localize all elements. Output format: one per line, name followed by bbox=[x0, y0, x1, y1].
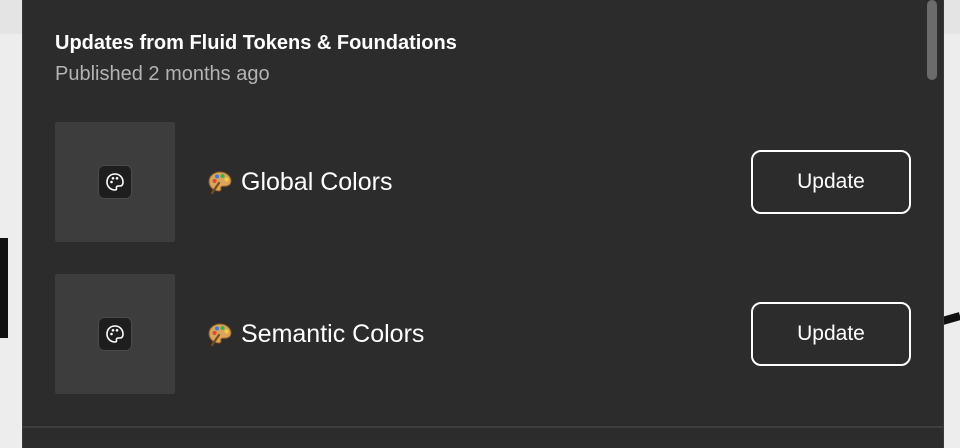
library-updates-panel: Updates from Fluid Tokens & Foundations … bbox=[22, 0, 944, 448]
palette-icon bbox=[98, 165, 132, 199]
library-name: Global Colors bbox=[207, 166, 392, 198]
library-list: Global Colors Update Semantic Colors Upd… bbox=[55, 122, 911, 426]
update-button-global-colors[interactable]: Update bbox=[751, 150, 911, 214]
panel-divider bbox=[23, 426, 943, 428]
palette-emoji-icon bbox=[207, 169, 233, 195]
library-item-global-colors: Global Colors Update bbox=[55, 122, 911, 242]
palette-emoji-icon bbox=[207, 321, 233, 347]
library-thumbnail bbox=[55, 122, 175, 242]
panel-subtitle: Published 2 months ago bbox=[55, 63, 270, 85]
library-item-semantic-colors: Semantic Colors Update bbox=[55, 274, 911, 394]
panel-header: Updates from Fluid Tokens & Foundations … bbox=[55, 30, 457, 87]
canvas-shape bbox=[0, 238, 8, 338]
library-name-text: Global Colors bbox=[241, 168, 393, 196]
library-thumbnail bbox=[55, 274, 175, 394]
library-name: Semantic Colors bbox=[207, 318, 424, 350]
update-button-semantic-colors[interactable]: Update bbox=[751, 302, 911, 366]
library-name-text: Semantic Colors bbox=[241, 320, 425, 348]
panel-title: Updates from Fluid Tokens & Foundations bbox=[55, 32, 457, 54]
scrollbar-thumb[interactable] bbox=[927, 0, 937, 80]
palette-icon bbox=[98, 317, 132, 351]
